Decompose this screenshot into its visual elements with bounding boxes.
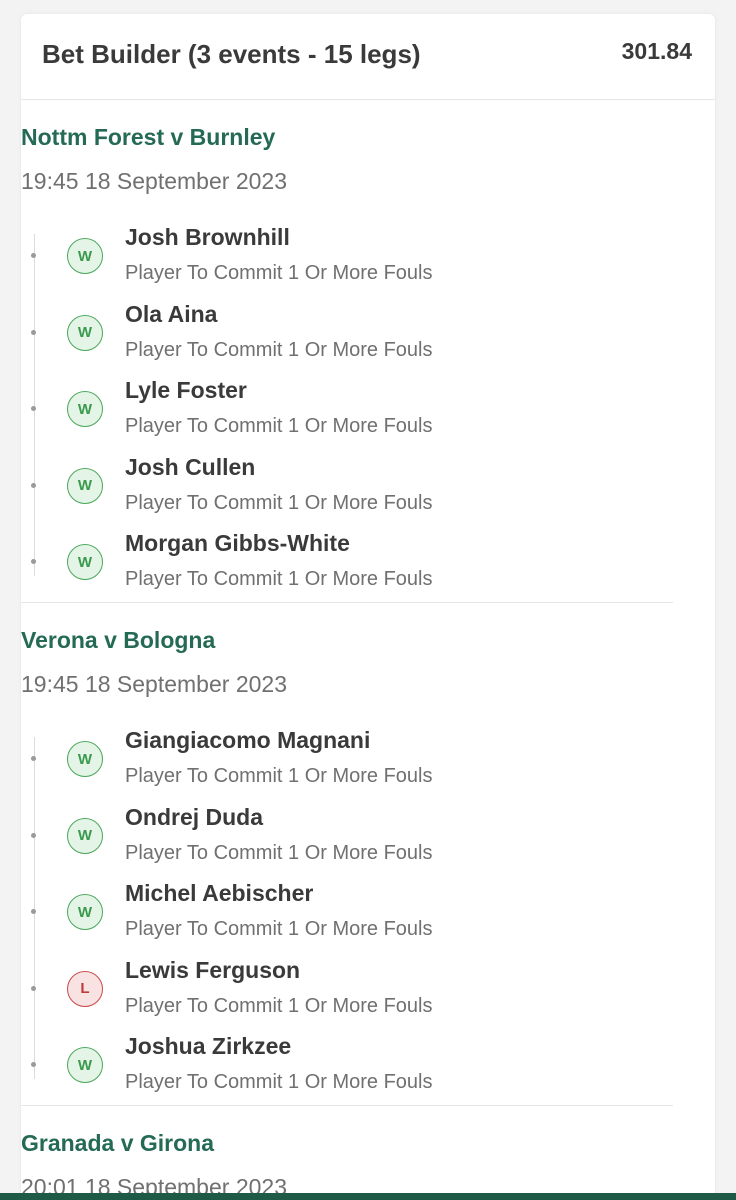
event-divider: [21, 602, 673, 603]
leg-player-name: Morgan Gibbs-White: [125, 530, 350, 556]
leg-player-name: Lyle Foster: [125, 377, 247, 403]
timeline-dot: [31, 559, 36, 564]
leg-market: Player To Commit 1 Or More Fouls: [125, 765, 433, 787]
win-badge-icon: W: [67, 817, 103, 854]
leg-market: Player To Commit 1 Or More Fouls: [125, 841, 433, 864]
leg-player-name: Ondrej Duda: [125, 803, 264, 830]
win-badge-icon: W: [67, 1047, 103, 1083]
leg-market: Player To Commit 1 Or More Fouls: [125, 262, 433, 284]
leg-player-name: Ola Aina: [125, 300, 218, 327]
leg-player-name: Josh Brownhill: [125, 224, 290, 250]
timeline-dot: [31, 406, 36, 411]
leg-market: Player To Commit 1 Or More Fouls: [125, 415, 433, 437]
leg-player-name: Joshua Zirkzee: [125, 1033, 292, 1059]
leg-player-name: Michel Aebischer: [125, 880, 314, 906]
leg-player-name: Giangiacomo Magnani: [125, 727, 371, 753]
leg-item: W Josh Cullen Player To Commit 1 Or More F…: [21, 454, 673, 530]
timeline-dot: [31, 253, 36, 258]
win-badge-icon: W: [67, 894, 103, 930]
leg-market: Player To Commit 1 Or More Fouls: [125, 994, 433, 1017]
leg-market: Player To Commit 1 Or More Fouls: [125, 918, 433, 940]
leg-item: W Ondrej Duda Player To Commit 1 Or More F…: [21, 804, 673, 880]
leg-item: W Joshua Zirkzee Player To Commit 1 Or Mor…: [21, 1033, 673, 1109]
win-badge-icon: W: [67, 544, 103, 580]
leg-market: Player To Commit 1 Or More Fouls: [125, 491, 433, 514]
timeline-dot: [31, 329, 36, 335]
leg-player-name: Lewis Ferguson: [125, 956, 301, 983]
leg-market: Player To Commit 1 Or More Fouls: [125, 1071, 433, 1093]
leg-item: W Morgan Gibbs-White Player To Commit 1 Or…: [21, 530, 673, 606]
event-time: 19:45 18 September 2023: [21, 168, 287, 194]
bottom-nav-bar: [0, 1193, 736, 1200]
bet-header: Bet Builder (3 events - 15 legs) 301.84: [21, 14, 715, 100]
timeline-dot: [31, 1062, 36, 1067]
win-badge-icon: W: [67, 467, 103, 504]
timeline-dot: [31, 985, 36, 991]
event-time: 19:45 18 September 2023: [21, 671, 287, 697]
leg-item: W Lyle Foster Player To Commit 1 Or More F…: [21, 377, 673, 453]
bet-odds: 301.84: [621, 38, 692, 64]
event-divider: [21, 1105, 673, 1106]
leg-market: Player To Commit 1 Or More Fouls: [125, 568, 433, 590]
win-badge-icon: W: [67, 391, 103, 427]
win-badge-icon: W: [67, 314, 103, 351]
timeline-dot: [31, 756, 36, 761]
leg-item: W Giangiacomo Magnani Player To Commit 1 O…: [21, 727, 673, 803]
leg-player-name: Josh Cullen: [125, 453, 256, 480]
leg-item: W Josh Brownhill Player To Commit 1 Or Mor…: [21, 224, 673, 300]
timeline-dot: [31, 909, 36, 914]
event-name[interactable]: Nottm Forest v Burnley: [21, 124, 275, 151]
bet-title: Bet Builder (3 events - 15 legs): [42, 39, 421, 69]
leg-item: W Michel Aebischer Player To Commit 1 Or M…: [21, 880, 673, 956]
timeline-dot: [31, 832, 36, 838]
leg-market: Player To Commit 1 Or More Fouls: [125, 338, 433, 361]
leg-item: W Ola Aina Player To Commit 1 Or More Foul…: [21, 301, 673, 377]
loss-badge-icon: L: [67, 970, 103, 1007]
event-name[interactable]: Verona v Bologna: [21, 627, 215, 654]
win-badge-icon: W: [67, 238, 103, 274]
win-badge-icon: W: [67, 741, 103, 777]
leg-item: L Lewis Ferguson Player To Commit 1 Or Mor…: [21, 957, 673, 1033]
event-name[interactable]: Granada v Girona: [21, 1130, 214, 1157]
page: Bet Builder (3 events - 15 legs) 301.84 …: [0, 0, 736, 1200]
timeline-dot: [31, 482, 36, 488]
